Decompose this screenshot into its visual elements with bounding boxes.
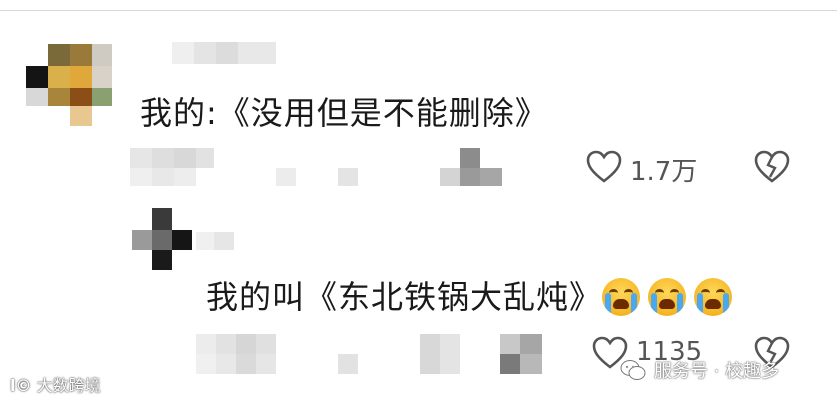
top-divider bbox=[0, 0, 837, 11]
comment-text: 我的叫《东北铁锅大乱炖》 bbox=[206, 278, 603, 316]
crying-face-icon bbox=[648, 278, 686, 316]
watermark-left: l© 大数跨境 bbox=[10, 376, 101, 395]
crying-face-icon bbox=[694, 278, 732, 316]
crying-face-icon bbox=[602, 278, 640, 316]
like-count: 1.7万 bbox=[630, 157, 698, 187]
watermark-logo-icon: l© bbox=[10, 376, 32, 395]
comment-text: 我的:《没用但是不能删除》 bbox=[140, 94, 548, 132]
dislike-broken-heart-icon[interactable] bbox=[754, 150, 790, 184]
wechat-icon bbox=[620, 360, 646, 380]
heart-icon bbox=[586, 150, 622, 183]
watermark-right: 服务号 · 校趣多 bbox=[620, 355, 779, 385]
